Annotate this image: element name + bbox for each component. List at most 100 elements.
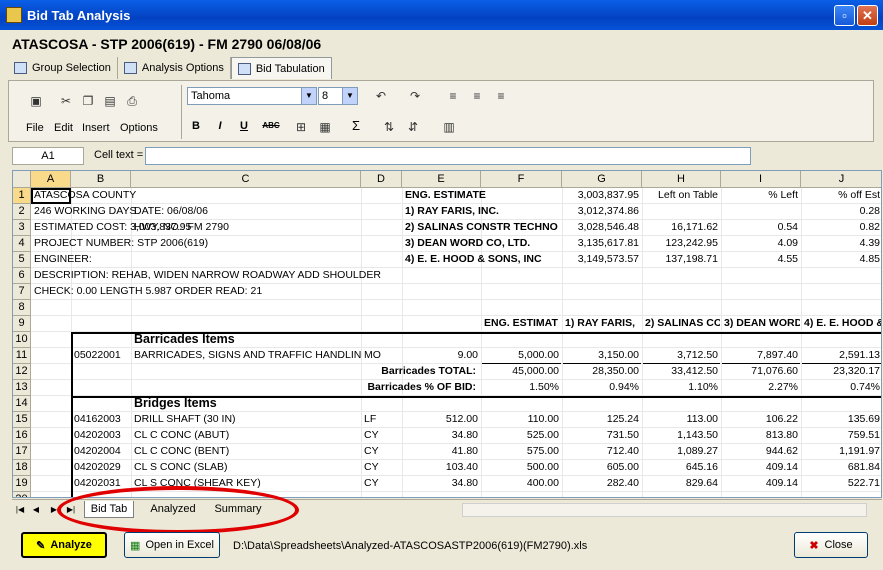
cell-r12e[interactable]: Barricades TOTAL:	[132, 364, 478, 380]
column-header-b[interactable]: B	[71, 171, 131, 188]
cell-r13e[interactable]: Barricades % OF BID:	[132, 380, 478, 396]
row-header[interactable]: 12	[13, 364, 31, 380]
row-header[interactable]: 19	[13, 476, 31, 492]
cell-r15j[interactable]: 135.69	[802, 412, 881, 428]
cell-r6a[interactable]: DESCRIPTION: REHAB, WIDEN NARROW ROADWAY…	[32, 268, 452, 284]
cell-r17j[interactable]: 1,191.97	[802, 444, 881, 460]
cell-r15c[interactable]: DRILL SHAFT (30 IN)	[132, 412, 360, 428]
cell-r11c[interactable]: BARRICADES, SIGNS AND TRAFFIC HANDLING	[132, 348, 362, 364]
align-left-icon[interactable]: ≡	[445, 88, 461, 104]
open-in-excel-button[interactable]: ▦ Open in Excel	[124, 532, 220, 558]
table-icon[interactable]: ▦	[317, 119, 333, 135]
cell-r4i[interactable]: 4.09	[722, 236, 800, 252]
redo-icon[interactable]: ↷	[407, 88, 423, 104]
cell-r19j[interactable]: 522.71	[802, 476, 881, 492]
cell-r1a[interactable]: ATASCOSA COUNTY	[32, 188, 452, 204]
cell-r15h[interactable]: 113.00	[643, 412, 720, 428]
row-header[interactable]: 20	[13, 492, 31, 497]
cell-r12h[interactable]: 33,412.50	[643, 364, 720, 380]
column-header-j[interactable]: J	[801, 171, 881, 188]
cell-r13h[interactable]: 1.10%	[643, 380, 720, 396]
cell-r18c[interactable]: CL S CONC (SLAB)	[132, 460, 360, 476]
cell-r15f[interactable]: 110.00	[482, 412, 561, 428]
menu-insert[interactable]: Insert	[82, 122, 110, 134]
cell-r4h[interactable]: 123,242.95	[643, 236, 720, 252]
tab-group-selection[interactable]: Group Selection	[8, 57, 118, 79]
cell-r5j[interactable]: 4.85	[802, 252, 881, 268]
cell-r3i[interactable]: 0.54	[722, 220, 800, 236]
cell-r13j[interactable]: 0.74%	[802, 380, 881, 396]
cell-r16f[interactable]: 525.00	[482, 428, 561, 444]
column-header-d[interactable]: D	[361, 171, 402, 188]
row-header[interactable]: 16	[13, 428, 31, 444]
cell-r15b[interactable]: 04162003	[72, 412, 130, 428]
cell-r9g[interactable]: 1) RAY FARIS,	[563, 316, 641, 332]
cell-r9f[interactable]: ENG. ESTIMAT	[482, 316, 561, 332]
row-header[interactable]: 15	[13, 412, 31, 428]
menu-file[interactable]: File	[26, 122, 44, 134]
cell-r7a[interactable]: CHECK: 0.00 LENGTH 5.987 ORDER READ: 21	[32, 284, 452, 300]
cell-r17b[interactable]: 04202004	[72, 444, 130, 460]
row-header[interactable]: 4	[13, 236, 31, 252]
column-header-h[interactable]: H	[642, 171, 721, 188]
cell-r16g[interactable]: 731.50	[563, 428, 641, 444]
strikethrough-button[interactable]: ABC	[259, 117, 283, 135]
cell-r1i[interactable]: % Left	[722, 188, 800, 204]
row-header[interactable]: 10	[13, 332, 31, 348]
cell-r4g[interactable]: 3,135,617.81	[563, 236, 641, 252]
close-button[interactable]: ✖ Close	[794, 532, 868, 558]
cell-r16i[interactable]: 813.80	[722, 428, 800, 444]
sort-descending-icon[interactable]: ⇵	[405, 119, 421, 135]
cell-r12j[interactable]: 23,320.17	[802, 364, 881, 380]
column-header-a[interactable]: A	[31, 171, 71, 188]
menu-edit[interactable]: Edit	[54, 122, 73, 134]
cell-r12i[interactable]: 71,076.60	[722, 364, 800, 380]
cell-r19e[interactable]: 34.80	[403, 476, 480, 492]
italic-button[interactable]: I	[211, 117, 229, 135]
cell-r11j[interactable]: 2,591.13	[802, 348, 881, 364]
cell-r1j[interactable]: % off Est	[802, 188, 881, 204]
cell-r11b[interactable]: 05022001	[72, 348, 130, 364]
column-header-g[interactable]: G	[562, 171, 642, 188]
column-header-e[interactable]: E	[402, 171, 481, 188]
sum-button[interactable]: Σ	[347, 117, 365, 135]
row-header[interactable]: 1	[13, 188, 31, 204]
first-sheet-icon[interactable]: |◀	[14, 503, 26, 516]
cell-r18i[interactable]: 409.14	[722, 460, 800, 476]
row-header[interactable]: 11	[13, 348, 31, 364]
font-select[interactable]: Tahoma ▼	[187, 87, 317, 105]
cell-r17f[interactable]: 575.00	[482, 444, 561, 460]
cell-r17h[interactable]: 1,089.27	[643, 444, 720, 460]
cell-r2e[interactable]: 1) RAY FARIS, INC.	[403, 204, 568, 220]
cell-r13i[interactable]: 2.27%	[722, 380, 800, 396]
cell-r11d[interactable]: MO	[362, 348, 401, 364]
cell-r18e[interactable]: 103.40	[403, 460, 480, 476]
cell-r5a[interactable]: ENGINEER:	[32, 252, 452, 268]
cell-r11h[interactable]: 3,712.50	[643, 348, 720, 364]
cell-r16c[interactable]: CL C CONC (ABUT)	[132, 428, 360, 444]
cell-r1g[interactable]: 3,003,837.95	[563, 188, 641, 204]
row-header[interactable]: 6	[13, 268, 31, 284]
cell-r11i[interactable]: 7,897.40	[722, 348, 800, 364]
sort-ascending-icon[interactable]: ⇅	[381, 119, 397, 135]
cell-text-input[interactable]	[145, 147, 751, 165]
align-right-icon[interactable]: ≡	[493, 88, 509, 104]
row-header[interactable]: 8	[13, 300, 31, 316]
cell-r15g[interactable]: 125.24	[563, 412, 641, 428]
cell-r12g[interactable]: 28,350.00	[563, 364, 641, 380]
cell-r18f[interactable]: 500.00	[482, 460, 561, 476]
cell-name-box[interactable]: A1	[12, 147, 84, 165]
cell-r13g[interactable]: 0.94%	[563, 380, 641, 396]
cell-r12f[interactable]: 45,000.00	[482, 364, 561, 380]
cell-r19g[interactable]: 282.40	[563, 476, 641, 492]
row-header[interactable]: 13	[13, 380, 31, 396]
cell-r5i[interactable]: 4.55	[722, 252, 800, 268]
cell-r9i[interactable]: 3) DEAN WORD	[722, 316, 800, 332]
cell-r16d[interactable]: CY	[362, 428, 401, 444]
bold-button[interactable]: B	[187, 117, 205, 135]
cell-r15e[interactable]: 512.00	[403, 412, 480, 428]
cell-r18j[interactable]: 681.84	[802, 460, 881, 476]
cut-icon[interactable]: ✂	[58, 93, 74, 109]
underline-button[interactable]: U	[235, 117, 253, 135]
font-size-select[interactable]: 8 ▼	[318, 87, 358, 105]
